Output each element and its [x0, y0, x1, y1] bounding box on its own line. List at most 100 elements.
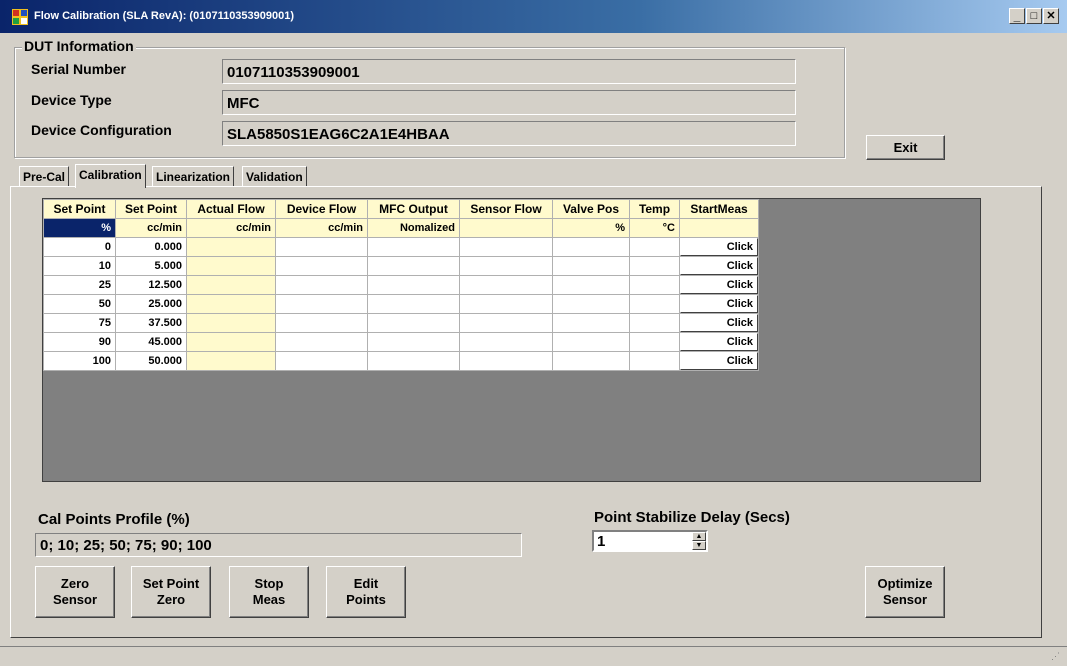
unit-cell[interactable]: °C: [629, 218, 680, 238]
exit-button[interactable]: Exit: [866, 135, 945, 160]
actual-flow-cell[interactable]: [186, 332, 276, 352]
start-meas-cell[interactable]: Click: [679, 313, 759, 333]
stabilize-delay-spinner[interactable]: 1 ▲ ▼: [592, 530, 708, 552]
unit-cell[interactable]: [459, 218, 553, 238]
mfc-output-cell[interactable]: [367, 332, 460, 352]
valve-pos-cell[interactable]: [552, 237, 630, 257]
set-point-zero-button[interactable]: Set Point Zero: [131, 566, 211, 618]
set-point-ccm-cell[interactable]: 5.000: [115, 256, 187, 276]
tab-validation[interactable]: Validation: [242, 166, 307, 187]
col-header-sensor-flow[interactable]: Sensor Flow: [459, 199, 553, 219]
sensor-flow-cell[interactable]: [459, 275, 553, 295]
set-point-ccm-cell[interactable]: 50.000: [115, 351, 187, 371]
stop-meas-button[interactable]: Stop Meas: [229, 566, 309, 618]
set-point-ccm-cell[interactable]: 0.000: [115, 237, 187, 257]
start-meas-click-button[interactable]: Click: [680, 352, 758, 370]
valve-pos-cell[interactable]: [552, 351, 630, 371]
temp-cell[interactable]: [629, 294, 680, 314]
col-header-start-meas[interactable]: StartMeas: [679, 199, 759, 219]
actual-flow-cell[interactable]: [186, 237, 276, 257]
calibration-grid[interactable]: Set Point Set Point Actual Flow Device F…: [42, 198, 981, 482]
actual-flow-cell[interactable]: [186, 275, 276, 295]
maximize-button[interactable]: □: [1026, 8, 1042, 24]
col-header-device-flow[interactable]: Device Flow: [275, 199, 368, 219]
start-meas-click-button[interactable]: Click: [680, 295, 758, 313]
sensor-flow-cell[interactable]: [459, 351, 553, 371]
device-type-field[interactable]: MFC: [222, 90, 796, 115]
stabilize-delay-value[interactable]: 1: [597, 533, 605, 550]
start-meas-cell[interactable]: Click: [679, 237, 759, 257]
serial-number-field[interactable]: 0107110353909001: [222, 59, 796, 84]
device-flow-cell[interactable]: [275, 275, 368, 295]
device-flow-cell[interactable]: [275, 351, 368, 371]
minimize-button[interactable]: _: [1009, 8, 1025, 24]
tab-linearization[interactable]: Linearization: [152, 166, 235, 187]
sensor-flow-cell[interactable]: [459, 313, 553, 333]
actual-flow-cell[interactable]: [186, 351, 276, 371]
mfc-output-cell[interactable]: [367, 275, 460, 295]
device-flow-cell[interactable]: [275, 237, 368, 257]
unit-cell[interactable]: cc/min: [275, 218, 368, 238]
start-meas-click-button[interactable]: Click: [680, 238, 758, 256]
sensor-flow-cell[interactable]: [459, 237, 553, 257]
temp-cell[interactable]: [629, 237, 680, 257]
set-point-pct-cell[interactable]: 0: [43, 237, 116, 257]
resize-grip-icon[interactable]: ⋰: [1051, 651, 1063, 663]
cal-points-profile-field[interactable]: 0; 10; 25; 50; 75; 90; 100: [35, 533, 522, 557]
set-point-pct-cell[interactable]: 90: [43, 332, 116, 352]
start-meas-click-button[interactable]: Click: [680, 276, 758, 294]
title-bar[interactable]: Flow Calibration (SLA RevA): (0107110353…: [0, 0, 1067, 33]
zero-sensor-button[interactable]: Zero Sensor: [35, 566, 115, 618]
start-meas-click-button[interactable]: Click: [680, 257, 758, 275]
col-header-valve-pos[interactable]: Valve Pos: [552, 199, 630, 219]
sensor-flow-cell[interactable]: [459, 332, 553, 352]
temp-cell[interactable]: [629, 256, 680, 276]
unit-cell[interactable]: cc/min: [115, 218, 187, 238]
unit-cell[interactable]: %: [43, 218, 116, 238]
start-meas-cell[interactable]: Click: [679, 256, 759, 276]
set-point-pct-cell[interactable]: 10: [43, 256, 116, 276]
valve-pos-cell[interactable]: [552, 275, 630, 295]
tab-calibration[interactable]: Calibration: [75, 164, 146, 188]
valve-pos-cell[interactable]: [552, 332, 630, 352]
actual-flow-cell[interactable]: [186, 294, 276, 314]
start-meas-cell[interactable]: Click: [679, 275, 759, 295]
set-point-ccm-cell[interactable]: 25.000: [115, 294, 187, 314]
set-point-ccm-cell[interactable]: 12.500: [115, 275, 187, 295]
set-point-pct-cell[interactable]: 50: [43, 294, 116, 314]
unit-cell[interactable]: %: [552, 218, 630, 238]
start-meas-cell[interactable]: Click: [679, 351, 759, 371]
mfc-output-cell[interactable]: [367, 294, 460, 314]
close-button[interactable]: ✕: [1043, 8, 1059, 24]
unit-cell[interactable]: cc/min: [186, 218, 276, 238]
set-point-pct-cell[interactable]: 100: [43, 351, 116, 371]
valve-pos-cell[interactable]: [552, 256, 630, 276]
unit-cell[interactable]: Nomalized: [367, 218, 460, 238]
valve-pos-cell[interactable]: [552, 313, 630, 333]
set-point-ccm-cell[interactable]: 45.000: [115, 332, 187, 352]
device-flow-cell[interactable]: [275, 313, 368, 333]
device-configuration-field[interactable]: SLA5850S1EAG6C2A1E4HBAA: [222, 121, 796, 146]
device-flow-cell[interactable]: [275, 256, 368, 276]
sensor-flow-cell[interactable]: [459, 294, 553, 314]
temp-cell[interactable]: [629, 351, 680, 371]
set-point-ccm-cell[interactable]: 37.500: [115, 313, 187, 333]
spin-up-icon[interactable]: ▲: [692, 532, 706, 541]
temp-cell[interactable]: [629, 275, 680, 295]
col-header-mfc-output[interactable]: MFC Output: [367, 199, 460, 219]
optimize-sensor-button[interactable]: Optimize Sensor: [865, 566, 945, 618]
start-meas-click-button[interactable]: Click: [680, 333, 758, 351]
start-meas-cell[interactable]: Click: [679, 294, 759, 314]
spin-down-icon[interactable]: ▼: [692, 541, 706, 550]
col-header-actual-flow[interactable]: Actual Flow: [186, 199, 276, 219]
actual-flow-cell[interactable]: [186, 313, 276, 333]
tab-pre-cal[interactable]: Pre-Cal: [19, 166, 70, 187]
actual-flow-cell[interactable]: [186, 256, 276, 276]
device-flow-cell[interactable]: [275, 332, 368, 352]
temp-cell[interactable]: [629, 332, 680, 352]
mfc-output-cell[interactable]: [367, 237, 460, 257]
col-header-set-point-pct[interactable]: Set Point: [43, 199, 116, 219]
edit-points-button[interactable]: Edit Points: [326, 566, 406, 618]
sensor-flow-cell[interactable]: [459, 256, 553, 276]
mfc-output-cell[interactable]: [367, 313, 460, 333]
